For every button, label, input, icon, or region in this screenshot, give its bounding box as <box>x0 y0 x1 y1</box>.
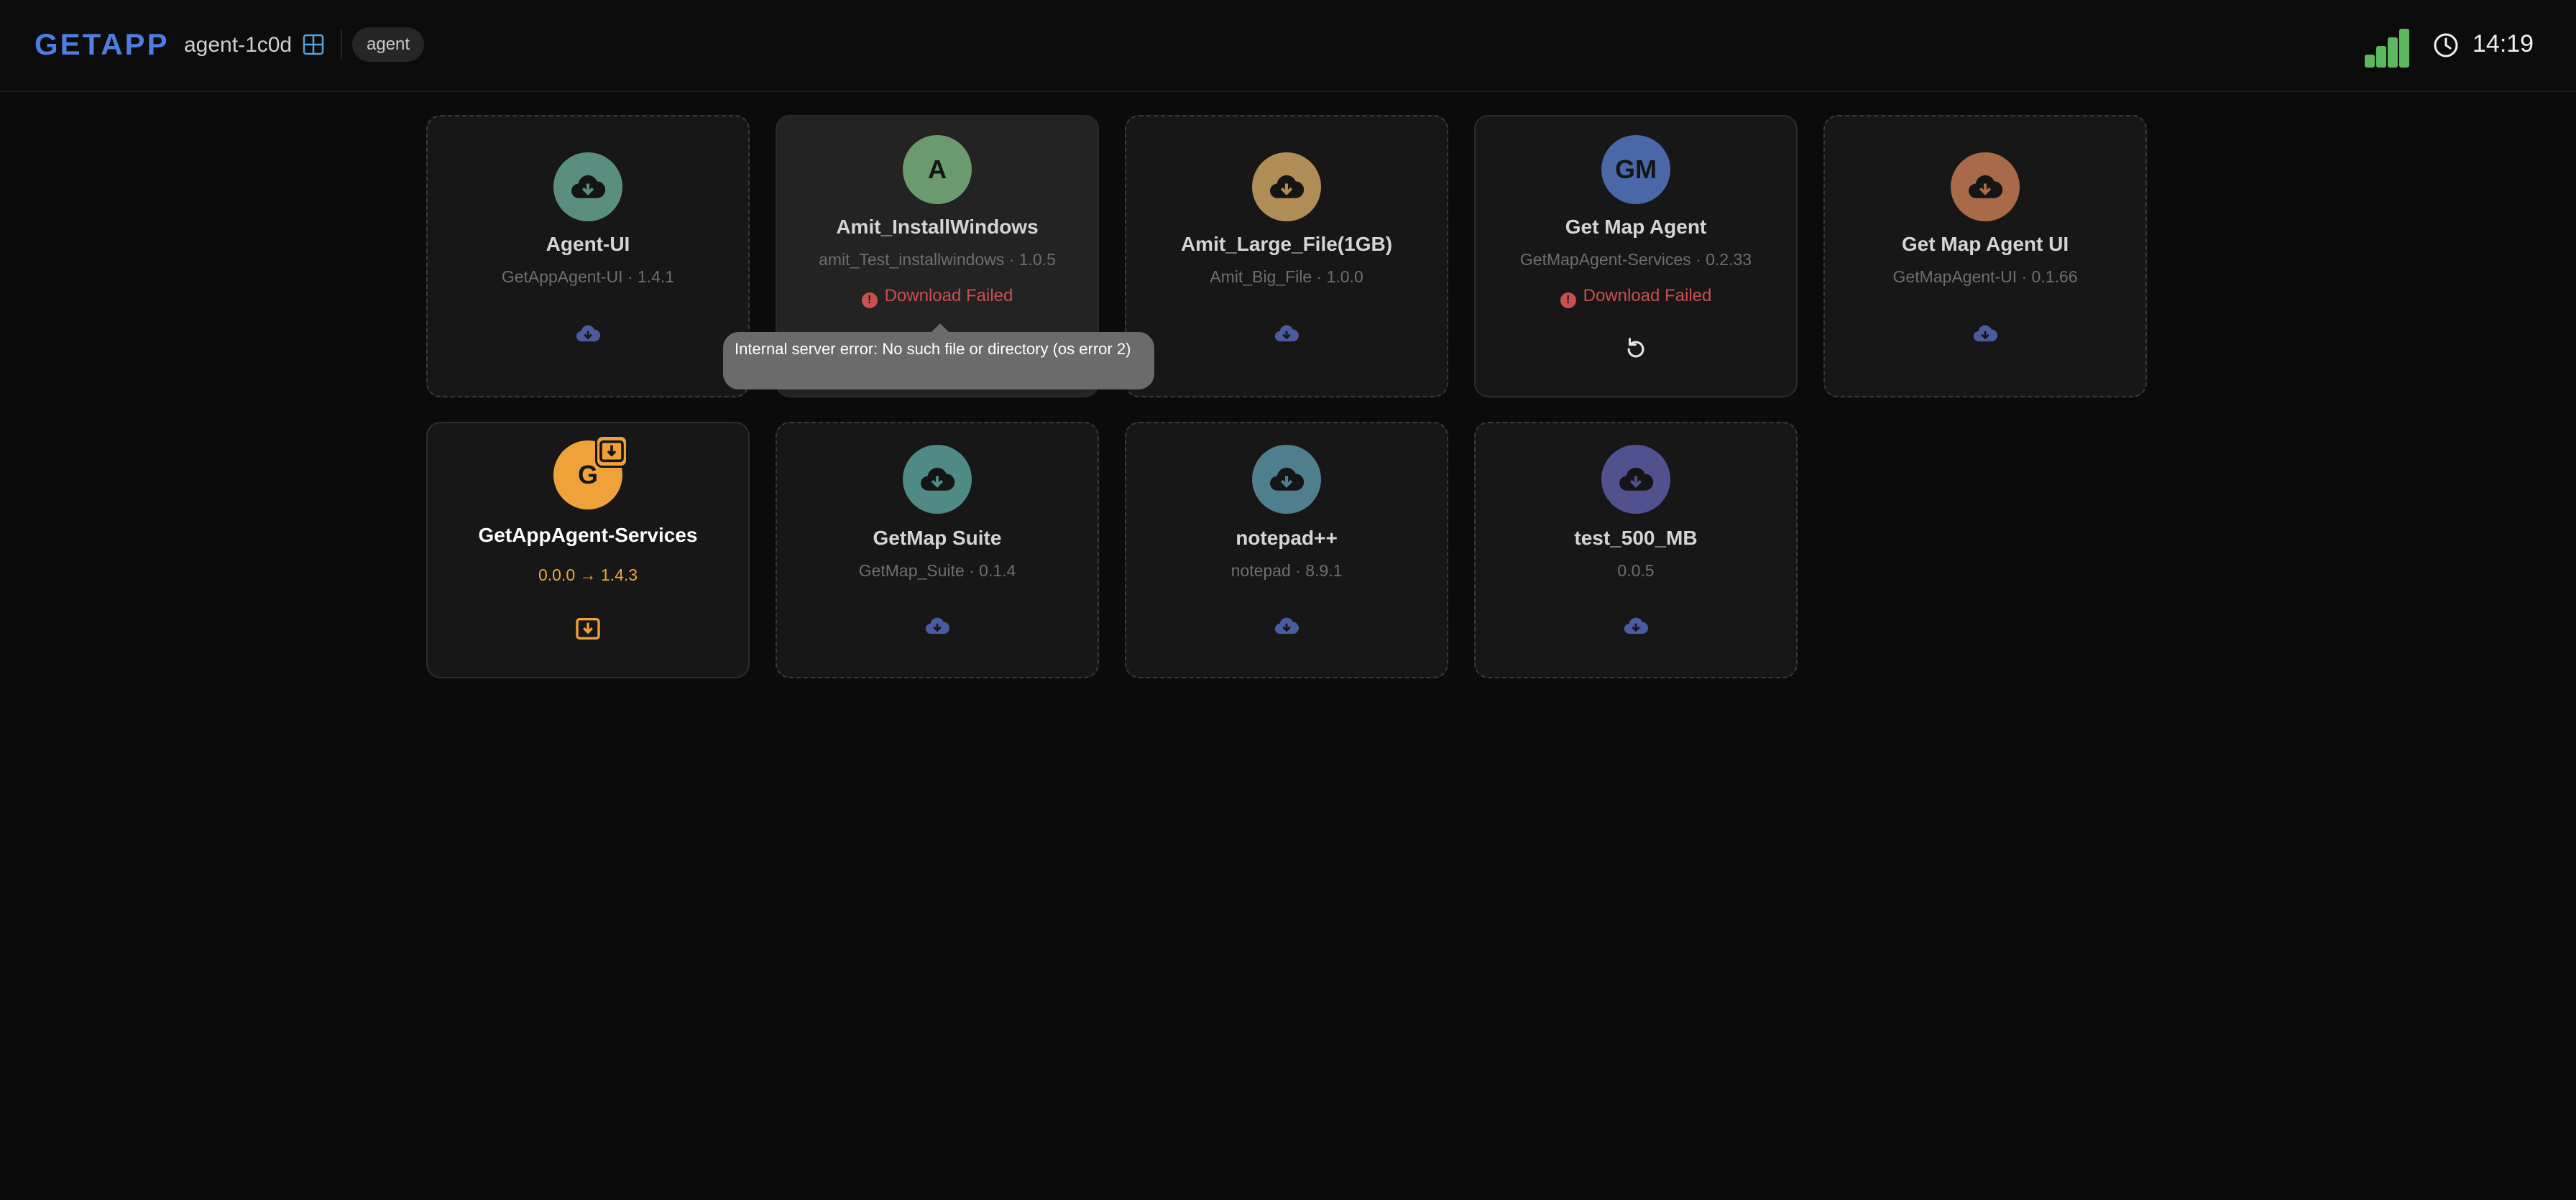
app-title: Get Map Agent <box>1565 216 1707 238</box>
cloud-download-icon <box>576 325 601 342</box>
cloud-download-icon <box>1951 152 2020 221</box>
app-avatar: G <box>553 435 628 509</box>
cloud-download-icon <box>1252 445 1321 514</box>
app-title: Agent-UI <box>546 233 630 255</box>
download-button[interactable] <box>1969 318 2001 349</box>
app-subtitle: GetMapAgent-Services · 0.2.33 <box>1519 250 1752 269</box>
app-avatar: GM <box>1601 135 1670 204</box>
error-icon: ! <box>1560 292 1576 308</box>
clock-icon <box>2434 33 2458 57</box>
brand-logo[interactable]: GETAPP <box>34 27 170 62</box>
app-title: Amit_Large_File(1GB) <box>1180 233 1393 255</box>
status-text: Download Failed <box>884 286 1013 305</box>
app-avatar: A <box>903 135 972 204</box>
app-subtitle: amit_Test_installwindows · 1.0.5 <box>819 250 1056 269</box>
tooltip-text: Internal server error: No such file or d… <box>735 340 1131 358</box>
error-icon: ! <box>861 292 878 308</box>
app-card-test-500-mb[interactable]: test_500_MB 0.0.5 <box>1474 422 1798 678</box>
download-button[interactable] <box>1271 318 1302 349</box>
download-status[interactable]: ! Download Failed <box>1476 286 1796 308</box>
cloud-download-icon <box>1274 325 1300 342</box>
app-card-get-map-agent-ui[interactable]: Get Map Agent UI GetMapAgent-UI · 0.1.66 <box>1823 115 2147 397</box>
install-update-icon <box>576 618 600 640</box>
clock-time: 14:19 <box>2472 30 2534 57</box>
version-update: 0.0.0 → 1.4.3 <box>538 566 638 584</box>
app-card-agent-ui[interactable]: Agent-UI GetAppAgent-UI · 1.4.1 <box>426 115 750 397</box>
app-card-amit-large-file[interactable]: Amit_Large_File(1GB) Amit_Big_File · 1.0… <box>1125 115 1448 397</box>
status-text: Download Failed <box>1583 286 1712 305</box>
cloud-download-icon <box>903 445 972 514</box>
retry-icon <box>1627 338 1644 358</box>
app-title: GetMap Suite <box>873 527 1002 549</box>
app-card-getappagent-services[interactable]: G GetAppAgent-Services 0.0.0 → 1.4.3 <box>426 422 750 678</box>
download-button[interactable] <box>921 610 953 642</box>
app-subtitle: 0.0.5 <box>1617 561 1655 580</box>
retry-button[interactable] <box>1620 333 1652 365</box>
app-card-get-map-agent[interactable]: GM Get Map Agent GetMapAgent-Services · … <box>1474 115 1798 397</box>
signal-strength-icon <box>2365 27 2409 68</box>
error-tooltip: Internal server error: No such file or d… <box>723 323 1154 389</box>
cloud-download-icon <box>1624 617 1649 634</box>
app-title: test_500_MB <box>1574 527 1698 549</box>
download-status[interactable]: ! Download Failed <box>777 286 1098 308</box>
app-title: notepad++ <box>1236 527 1338 549</box>
app-title: GetAppAgent-Services <box>478 524 698 546</box>
update-icon <box>595 435 628 468</box>
app-subtitle: Amit_Big_File · 1.0.0 <box>1210 267 1363 286</box>
agent-name: agent-1c0d <box>184 33 293 57</box>
cloud-download-icon <box>1252 152 1321 221</box>
app-subtitle: GetMapAgent-UI · 0.1.66 <box>1892 267 2078 286</box>
app-title: Amit_InstallWindows <box>836 216 1039 238</box>
install-update-button[interactable] <box>572 613 604 645</box>
app-subtitle: GetMap_Suite · 0.1.4 <box>858 561 1016 580</box>
app-card-getmap-suite[interactable]: GetMap Suite GetMap_Suite · 0.1.4 <box>776 422 1099 678</box>
header-divider <box>341 30 342 59</box>
cloud-download-icon <box>1601 445 1670 514</box>
cloud-download-icon <box>925 617 950 634</box>
cloud-download-icon <box>553 152 622 221</box>
tooltip-arrow <box>932 323 949 332</box>
app-title: Get Map Agent UI <box>1901 233 2069 255</box>
download-button[interactable] <box>1620 610 1652 642</box>
app-subtitle: notepad · 8.9.1 <box>1230 561 1343 580</box>
windows-icon <box>303 34 324 55</box>
app-avatar-letter: G <box>577 460 598 489</box>
app-subtitle: GetAppAgent-UI · 1.4.1 <box>501 267 675 286</box>
role-chip: agent <box>352 27 425 62</box>
app-card-notepad-plus-plus[interactable]: notepad++ notepad · 8.9.1 <box>1125 422 1448 678</box>
download-button[interactable] <box>572 318 604 349</box>
cloud-download-icon <box>1973 325 1998 342</box>
cloud-download-icon <box>1274 617 1300 634</box>
top-bar: GETAPP agent-1c0d agent 14:19 <box>0 0 2576 92</box>
download-button[interactable] <box>1271 610 1302 642</box>
